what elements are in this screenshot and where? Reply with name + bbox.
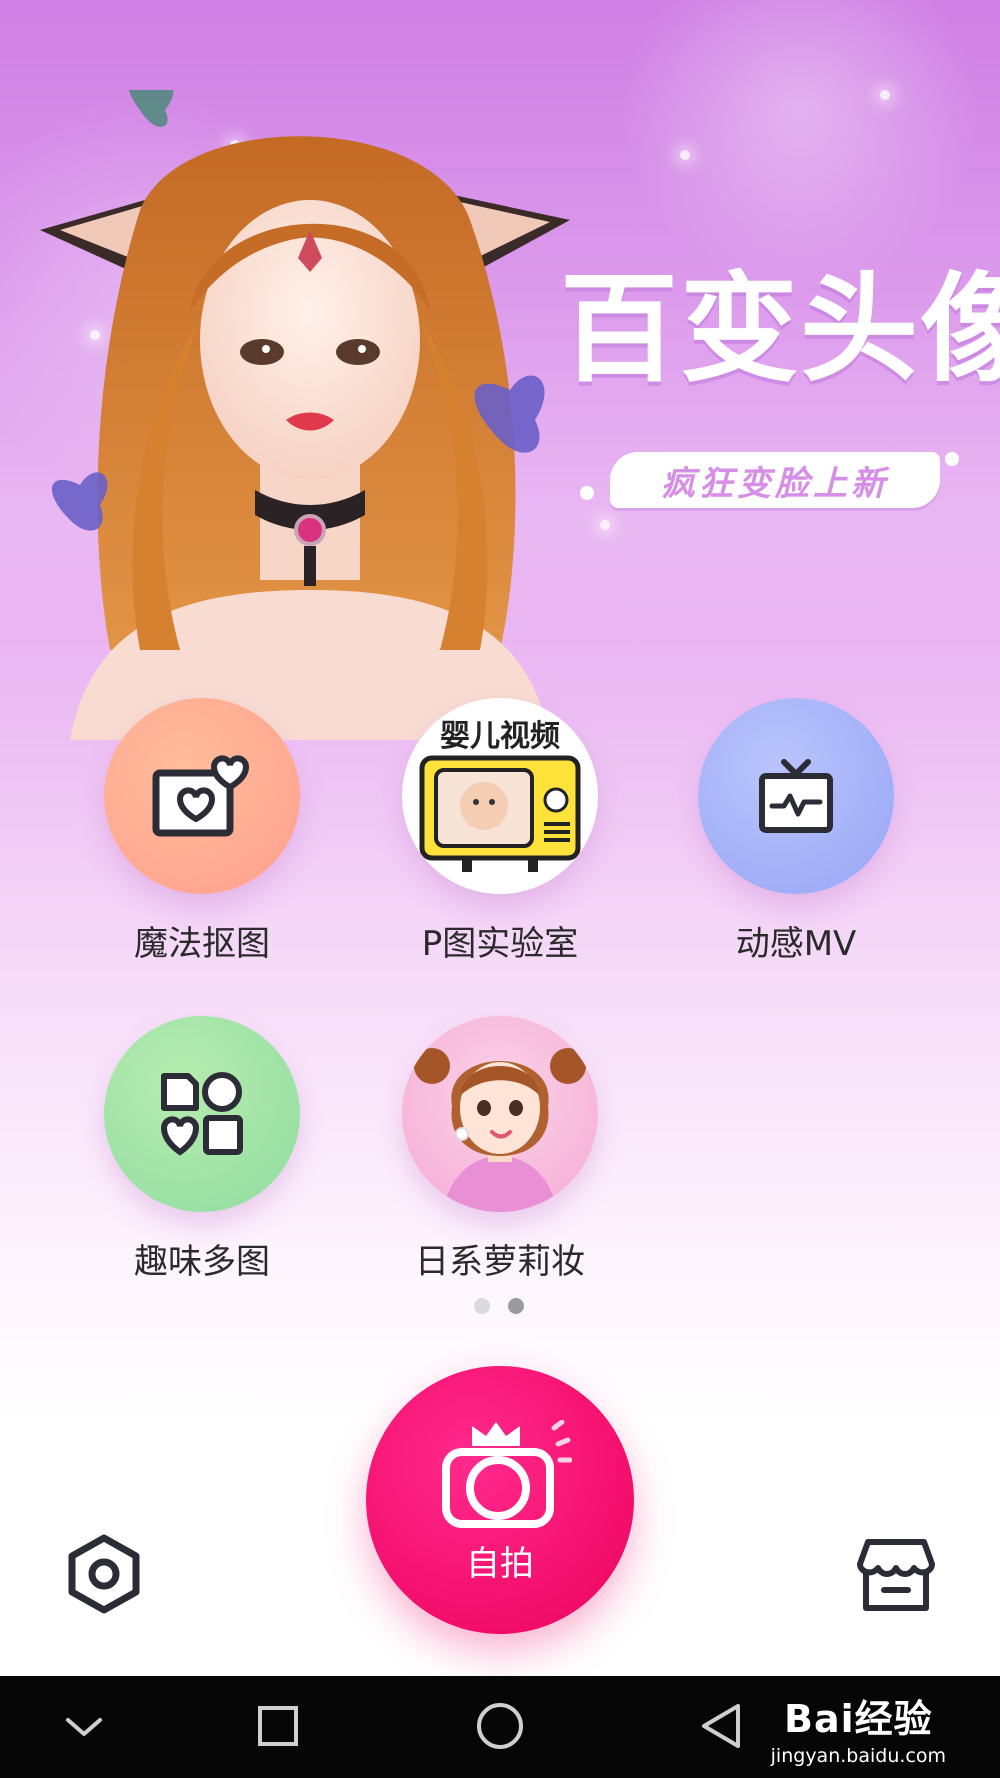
settings-button[interactable] (64, 1534, 144, 1614)
crown-camera-icon (442, 1420, 572, 1528)
fox-girl-illustration (40, 90, 570, 740)
feature-fun-collage[interactable]: 趣味多图 (82, 1016, 322, 1282)
nav-back-button[interactable] (692, 1696, 752, 1756)
watermark-url: jingyan.baidu.com (770, 1745, 946, 1767)
nav-collapse-button[interactable] (54, 1696, 114, 1756)
triangle-back-icon (702, 1704, 740, 1748)
banner-subtitle-pill: 疯狂变脸上新 (610, 452, 940, 508)
banner-title: 百变头像 (560, 260, 1000, 398)
selfie-label: 自拍 (466, 1544, 534, 1584)
tv-waveform-glyph (759, 759, 833, 833)
girl-portrait-glyph (414, 1048, 586, 1212)
hexagon-settings-icon (68, 1534, 140, 1614)
sparkle (880, 90, 890, 100)
feature-label: 日系萝莉妆 (415, 1242, 585, 1282)
feature-p-lab[interactable]: 婴儿视频 P图实验室 (380, 698, 620, 964)
decorative-dot (945, 452, 959, 466)
tv-waveform-icon[interactable] (698, 698, 894, 894)
page-dot[interactable] (474, 1298, 490, 1314)
feature-japanese-lolita-makeup[interactable]: 日系萝莉妆 (380, 1016, 620, 1282)
selfie-button[interactable]: 自拍 (366, 1366, 634, 1634)
page-dot-active[interactable] (508, 1298, 524, 1314)
feature-label: 趣味多图 (134, 1242, 270, 1282)
square-recents-icon (258, 1706, 298, 1746)
baby-tv-glyph: 婴儿视频 (419, 719, 581, 872)
feature-label: 魔法抠图 (134, 924, 270, 964)
hero-banner[interactable]: 百变头像 疯狂变脸上新 (0, 0, 1000, 740)
nav-recents-button[interactable] (248, 1696, 308, 1756)
decorative-dot (580, 486, 594, 500)
page-indicator (474, 1298, 524, 1314)
sparkle (600, 520, 610, 530)
nav-home-button[interactable] (470, 1696, 530, 1756)
badge-text: 婴儿视频 (440, 719, 560, 754)
baidu-jingyan-watermark: Bai经验 jingyan.baidu.com (771, 1688, 946, 1767)
banner-subtitle: 疯狂变脸上新 (661, 463, 889, 504)
baby-video-tv-icon[interactable]: 婴儿视频 (402, 698, 598, 894)
heart-photo-glyph (152, 755, 250, 837)
chevron-down-icon (66, 1718, 102, 1736)
feature-label: P图实验室 (421, 924, 579, 964)
store-icon (857, 1539, 935, 1611)
feature-dynamic-mv[interactable]: 动感MV (676, 698, 916, 964)
girl-portrait-icon[interactable] (402, 1016, 598, 1212)
feature-magic-cutout[interactable]: 魔法抠图 (82, 698, 322, 964)
heart-photo-icon[interactable] (104, 698, 300, 894)
multi-shape-grid-icon[interactable] (104, 1016, 300, 1212)
sparkle (680, 150, 690, 160)
feature-label: 动感MV (735, 924, 857, 964)
multi-shape-glyph (160, 1072, 243, 1156)
circle-home-icon (477, 1703, 523, 1749)
watermark-main: Bai经验 (784, 1697, 933, 1741)
store-button[interactable] (856, 1534, 936, 1614)
